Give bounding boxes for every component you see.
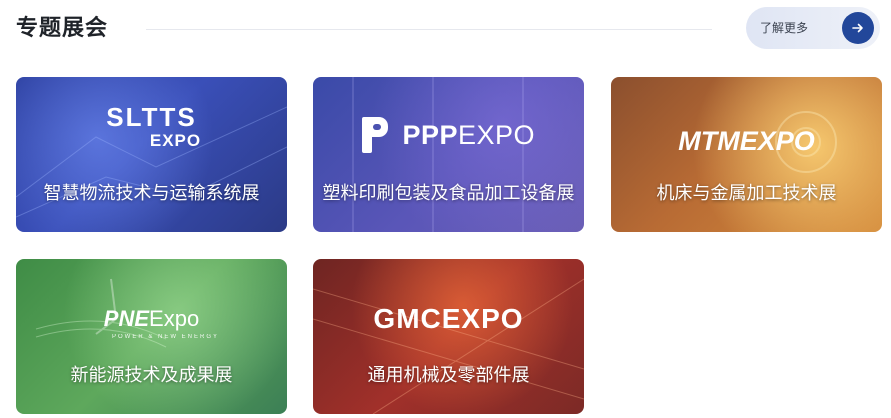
learn-more-button[interactable]: 了解更多 <box>746 7 880 49</box>
pne-logo: PNEExpo POWER & NEW ENERGY <box>16 306 287 342</box>
gmc-logo: GMCEXPO <box>313 303 584 335</box>
card-title: 塑料印刷包装及食品加工设备展 <box>322 183 575 203</box>
expo-card-ppp[interactable]: PPPEXPO 塑料印刷包装及食品加工设备展 <box>313 77 584 232</box>
sltts-logo: SLTTS EXPO <box>16 103 287 151</box>
title-divider <box>146 29 712 30</box>
background-pattern <box>313 278 584 414</box>
section-title: 专题展会 <box>16 15 109 40</box>
logo-text: MTMEXPO <box>678 126 815 156</box>
expo-card-sltts[interactable]: SLTTS EXPO 智慧物流技术与运输系统展 <box>16 77 287 232</box>
logo-bold-text: PNE <box>103 306 150 331</box>
background-pattern <box>352 77 524 232</box>
card-title: 机床与金属加工技术展 <box>656 183 837 203</box>
logo-text: PPPEXPO <box>402 117 535 153</box>
card-title: 智慧物流技术与运输系统展 <box>43 183 260 203</box>
ppp-logo: PPPEXPO <box>313 117 584 153</box>
logo-text: PNEExpo <box>104 306 199 331</box>
mtm-logo: MTMEXPO <box>611 125 882 157</box>
expo-card-gmc[interactable]: GMCEXPO 通用机械及零部件展 <box>313 259 584 414</box>
logo-bold-text: PPP <box>402 120 458 150</box>
logo-light-text: EXPO <box>457 120 535 150</box>
card-title: 新能源技术及成果展 <box>70 365 233 385</box>
learn-more-label: 了解更多 <box>760 21 809 35</box>
logo-text: GMCEXPO <box>373 303 524 334</box>
arrow-right-icon <box>842 12 874 44</box>
background-pattern <box>16 106 287 218</box>
logo-text-line1: SLTTS <box>106 102 197 132</box>
ppp-mark-icon <box>361 117 388 153</box>
logo-subtitle: POWER & NEW ENERGY <box>111 334 219 340</box>
exhibitions-section: 专题展会 了解更多 SLTTS EXPO 智慧物流技术与运输系统展 PPPEXP… <box>0 0 891 418</box>
card-title: 通用机械及零部件展 <box>367 365 530 385</box>
expo-card-mtm[interactable]: MTMEXPO 机床与金属加工技术展 <box>611 77 882 232</box>
logo-light-text: Expo <box>149 306 200 331</box>
logo-text-line2: EXPO <box>149 131 202 150</box>
expo-card-pne[interactable]: PNEExpo POWER & NEW ENERGY 新能源技术及成果展 <box>16 259 287 414</box>
